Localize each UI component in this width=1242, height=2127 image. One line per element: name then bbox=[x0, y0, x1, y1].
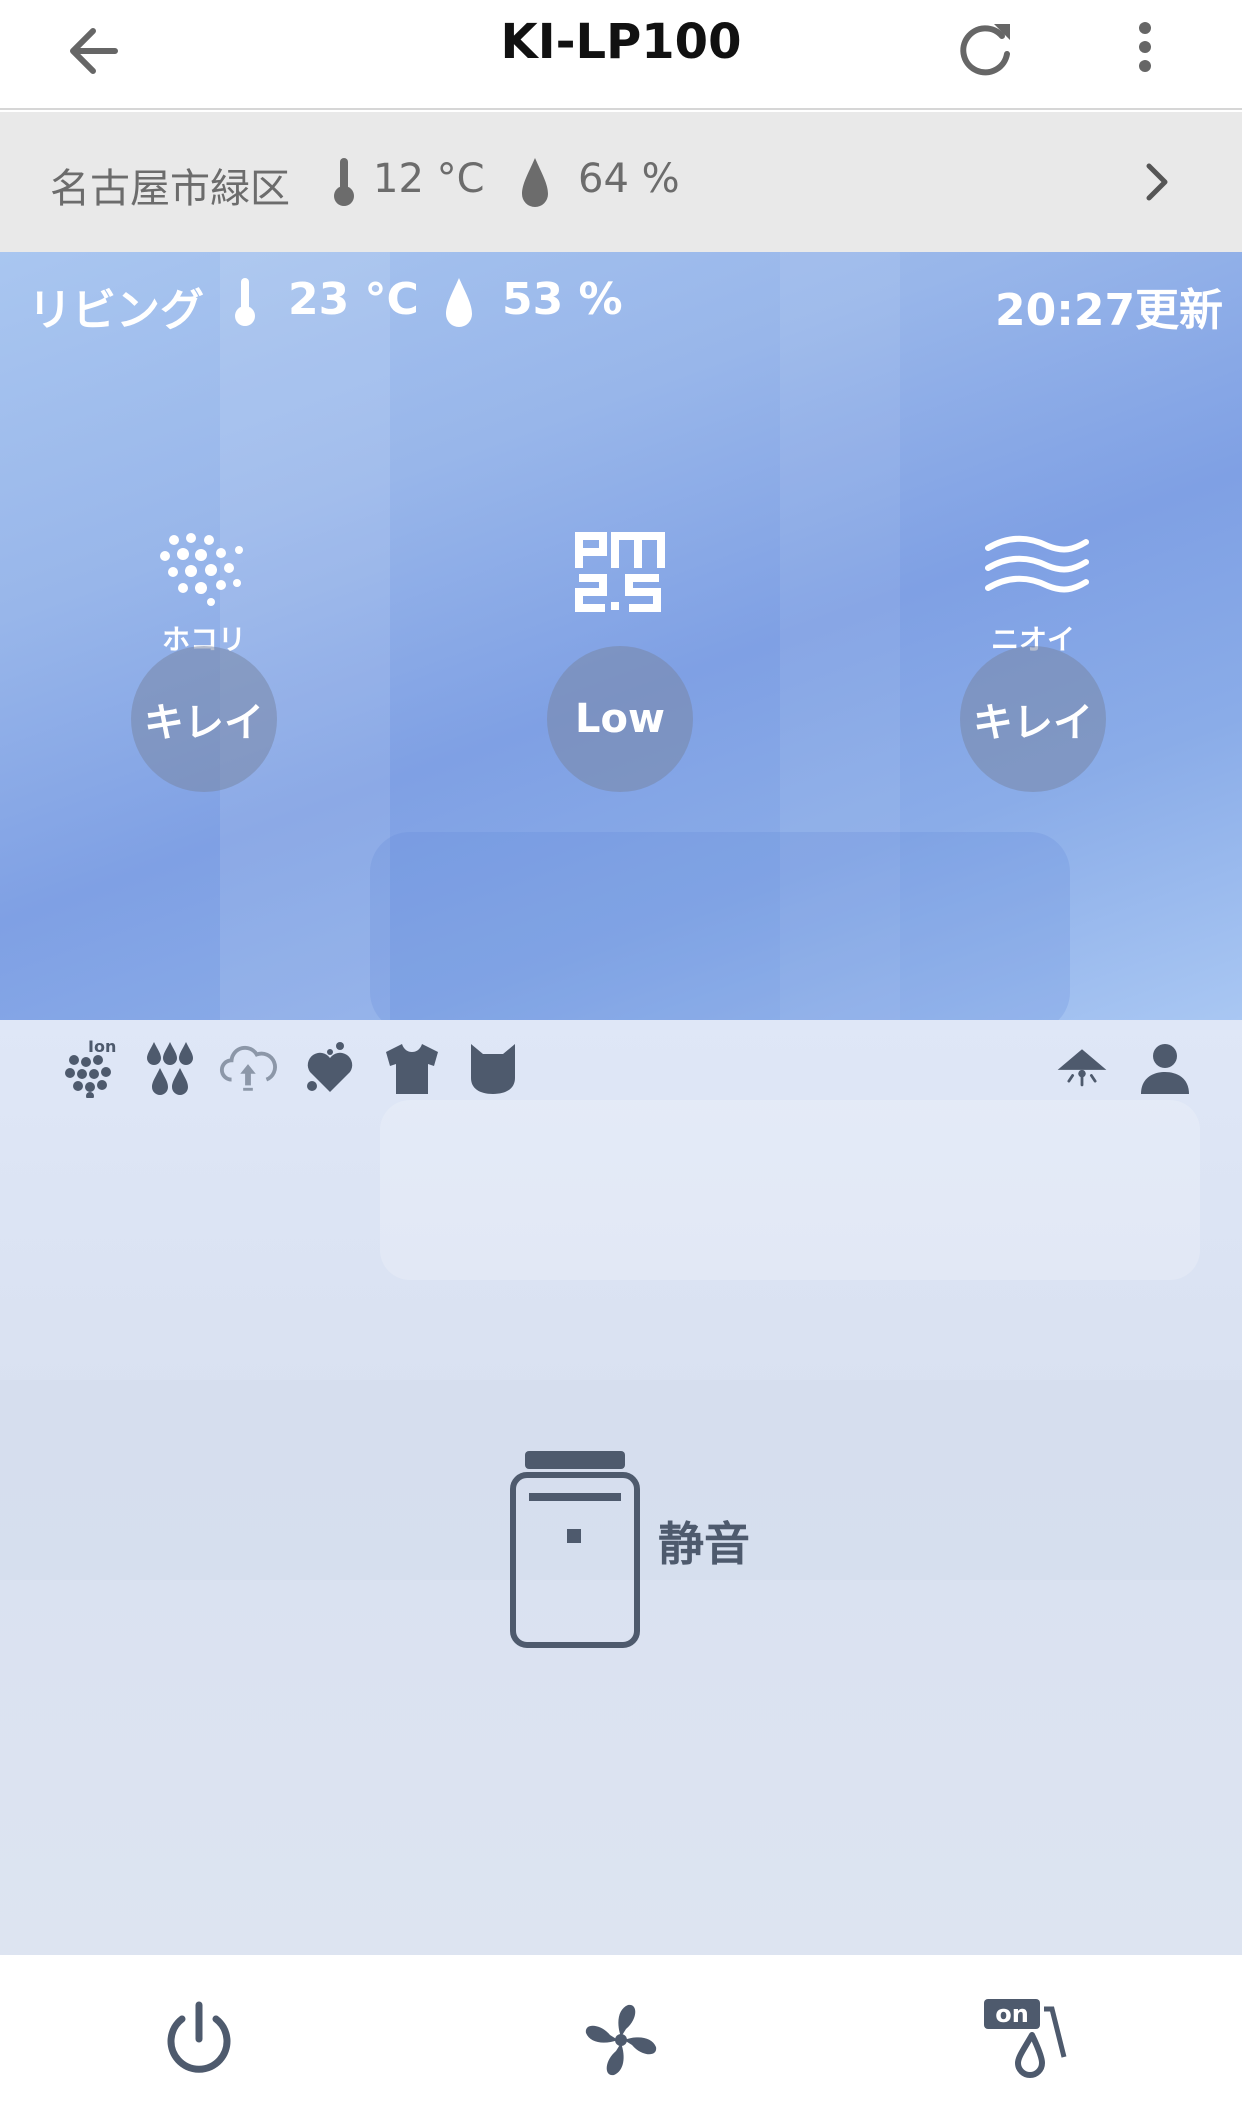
thermometer-icon bbox=[334, 158, 354, 206]
app-bar: KI-LP100 bbox=[0, 0, 1242, 110]
odor-icon bbox=[985, 535, 1089, 593]
light-sensor-icon bbox=[1057, 1049, 1107, 1087]
outdoor-location: 名古屋市緑区 bbox=[50, 166, 290, 212]
background-sofa bbox=[370, 832, 1070, 1020]
room-name: リビング bbox=[28, 285, 204, 336]
sensor-status-circle: キレイ bbox=[960, 646, 1106, 792]
svg-text:on: on bbox=[995, 2000, 1029, 2028]
chevron-right-icon bbox=[1146, 163, 1168, 201]
humidify-toggle-icon: on bbox=[984, 1999, 1067, 2078]
power-button[interactable] bbox=[154, 1995, 244, 2085]
background-floor bbox=[380, 1100, 1200, 1280]
indoor-panel: リビング 23 °C 53 % 20:27更新 ホコリ キレイ Low ニオイ … bbox=[0, 252, 1242, 1020]
refresh-icon bbox=[960, 24, 1010, 76]
dust-icon bbox=[160, 533, 243, 606]
pet-icon bbox=[471, 1044, 515, 1094]
thermometer-icon bbox=[235, 278, 255, 326]
device-status-area: Ion 静音 bbox=[0, 1020, 1242, 1955]
more-vert-icon bbox=[1139, 22, 1151, 72]
humidity-drop-icon bbox=[522, 158, 548, 207]
indoor-humidity: 53 % bbox=[502, 274, 623, 325]
outdoor-humidity: 64 % bbox=[578, 156, 680, 202]
pm25-icon bbox=[575, 532, 665, 612]
humidify-icon bbox=[147, 1042, 193, 1095]
outdoor-temperature: 12 °C bbox=[373, 156, 485, 202]
person-icon bbox=[1141, 1044, 1189, 1094]
fan-speed-button[interactable] bbox=[576, 1995, 666, 2085]
svg-text:Ion: Ion bbox=[88, 1038, 116, 1056]
sensor-status-circle: キレイ bbox=[131, 646, 277, 792]
page-title: KI-LP100 bbox=[500, 14, 742, 70]
cloud-circulation-icon bbox=[219, 1045, 277, 1091]
clothes-icon bbox=[386, 1044, 438, 1094]
indoor-temperature: 23 °C bbox=[288, 274, 419, 325]
refresh-button[interactable] bbox=[950, 14, 1020, 84]
heart-care-icon bbox=[307, 1042, 353, 1092]
more-menu-button[interactable] bbox=[1125, 14, 1165, 84]
operation-mode-label: 静音 bbox=[658, 1517, 750, 1571]
humidity-drop-icon bbox=[446, 278, 472, 327]
humidify-toggle-button[interactable]: on bbox=[982, 1995, 1082, 2085]
power-icon bbox=[167, 2001, 231, 2073]
bottom-control-bar: on bbox=[0, 1955, 1242, 2127]
last-updated: 20:27更新 bbox=[995, 285, 1224, 336]
outdoor-weather-bar[interactable]: 名古屋市緑区 12 °C 64 % bbox=[0, 112, 1242, 252]
air-purifier-icon bbox=[510, 1451, 640, 1648]
sensor-status-circle: Low bbox=[547, 646, 693, 792]
ion-icon: Ion bbox=[65, 1038, 116, 1098]
fan-icon bbox=[585, 2004, 657, 2076]
